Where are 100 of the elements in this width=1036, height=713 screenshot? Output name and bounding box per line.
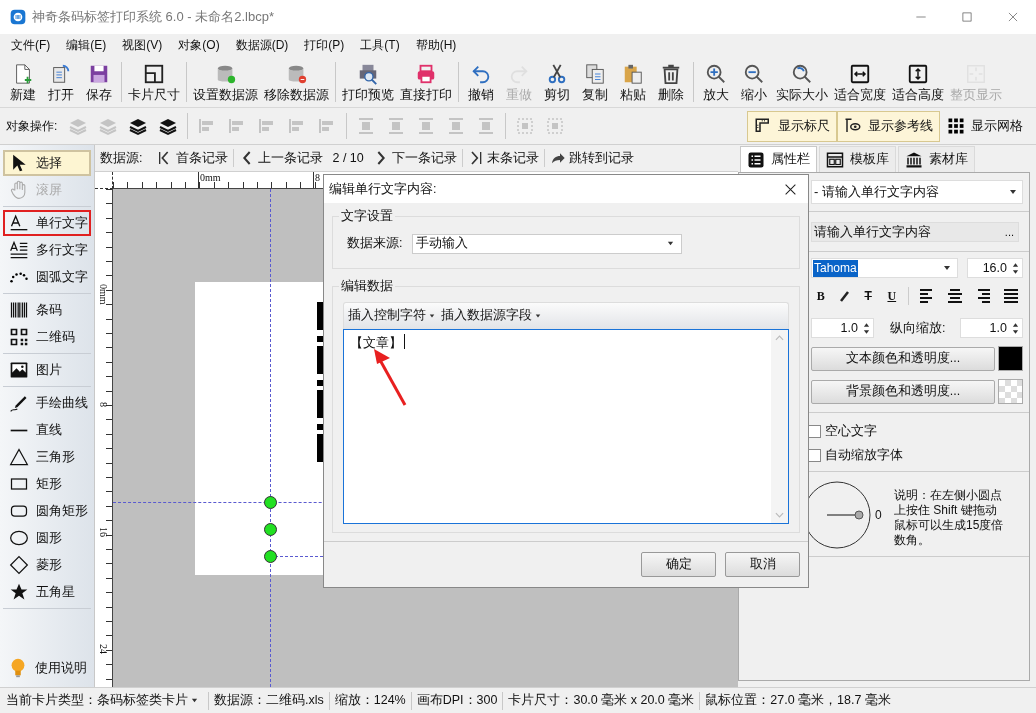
- toolbar-button[interactable]: 移除数据源: [261, 58, 332, 106]
- ruler-label: 0mm: [98, 284, 108, 305]
- toolbar-button[interactable]: 新建: [4, 58, 42, 106]
- strikethrough-button[interactable]: T: [858, 287, 878, 305]
- text-color-button[interactable]: 文本颜色和透明度...: [811, 346, 995, 371]
- italic-slash-icon: [838, 289, 851, 303]
- data-source-select[interactable]: 手动输入: [412, 233, 683, 254]
- tool-button[interactable]: 条码: [3, 297, 91, 323]
- menu-item[interactable]: 对象(O): [170, 34, 228, 57]
- caret-down-icon: [1009, 188, 1017, 196]
- last-record-button[interactable]: 末条记录: [464, 146, 542, 170]
- toolbar-button[interactable]: 适合宽度: [831, 58, 889, 106]
- tool-button[interactable]: 图片: [3, 357, 91, 383]
- menu-item[interactable]: 工具(T): [352, 34, 408, 57]
- tool-button[interactable]: 三角形: [3, 444, 91, 470]
- previous-record-button[interactable]: 上一条记录: [236, 146, 327, 170]
- tool-button[interactable]: 矩形: [3, 471, 91, 497]
- app-logo-icon: [10, 9, 26, 25]
- layers-icon: [158, 116, 179, 136]
- help-button[interactable]: 使用说明: [0, 653, 94, 683]
- toolbar-button[interactable]: 实际大小: [773, 58, 831, 106]
- horizontal-scale-spinner[interactable]: 1.0: [811, 318, 874, 338]
- toolbar-button[interactable]: 保存: [80, 58, 118, 106]
- toolbar-button[interactable]: 撤销: [462, 58, 500, 106]
- toolbar-button[interactable]: 直接打印: [397, 58, 455, 106]
- cancel-button[interactable]: 取消: [725, 552, 800, 577]
- toolbar-button[interactable]: 设置数据源: [190, 58, 261, 106]
- menu-item[interactable]: 视图(V): [114, 34, 171, 57]
- vertical-scale-spinner[interactable]: 1.0: [960, 318, 1023, 338]
- card-type-dropdown[interactable]: 当前卡片类型：条码标签类卡片: [6, 691, 203, 710]
- maximize-icon: [960, 10, 974, 24]
- checkbox[interactable]: 空心文字: [808, 419, 1023, 443]
- menu-item[interactable]: 数据源(D): [227, 34, 297, 57]
- insert-menu-button[interactable]: 插入数据源字段: [441, 306, 541, 325]
- toolbar-button[interactable]: 卡片尺寸: [125, 58, 183, 106]
- toolbar-button[interactable]: 缩小: [735, 58, 773, 106]
- tool-button[interactable]: 手绘曲线: [3, 390, 91, 416]
- list-icon: [747, 150, 765, 169]
- tool-button[interactable]: 圆角矩形: [3, 498, 91, 524]
- scrollbar[interactable]: [771, 329, 788, 523]
- chevron-up-icon: [775, 333, 784, 342]
- insert-menu-button[interactable]: 插入控制字符: [348, 306, 435, 325]
- record-counter: 2 / 10: [332, 149, 364, 167]
- resize-icon: [545, 116, 566, 136]
- panel-tab[interactable]: 模板库: [819, 146, 896, 172]
- tool-button[interactable]: 单行文字: [3, 210, 91, 236]
- toolbar-button[interactable]: 删除: [652, 58, 690, 106]
- tool-button[interactable]: 多行文字: [3, 237, 91, 263]
- toolbar-button[interactable]: 打开: [42, 58, 80, 106]
- bold-button[interactable]: B: [811, 287, 831, 305]
- panel-tab[interactable]: 素材库: [898, 146, 975, 172]
- toolbar-button[interactable]: 打印预览: [339, 58, 397, 106]
- tool-button[interactable]: 五角星: [3, 579, 91, 605]
- menu-item[interactable]: 编辑(E): [58, 34, 115, 57]
- eye-icon: [844, 117, 862, 135]
- status-text: 数据源：二维码.xls: [214, 692, 324, 710]
- checkbox[interactable]: 自动缩放字体: [808, 443, 1023, 467]
- jump-to-record-button[interactable]: 跳转到记录: [546, 146, 637, 170]
- toolbar-button[interactable]: 放大: [697, 58, 735, 106]
- more-button[interactable]: ...: [1002, 223, 1016, 241]
- ok-button[interactable]: 确定: [641, 552, 716, 577]
- first-record-button[interactable]: 首条记录: [154, 146, 232, 170]
- underline-button[interactable]: U: [881, 287, 902, 305]
- ruler-label: 8: [313, 172, 320, 188]
- next-record-button[interactable]: 下一条记录: [369, 146, 460, 170]
- font-select[interactable]: Tahoma: [811, 258, 958, 278]
- tool-button[interactable]: 圆形: [3, 525, 91, 551]
- text-select[interactable]: - 请输入单行文字内容: [811, 180, 1023, 204]
- layers-icon: [128, 116, 149, 136]
- background-color-button[interactable]: 背景颜色和透明度...: [811, 379, 995, 404]
- color-swatch[interactable]: [998, 346, 1023, 371]
- tool-button[interactable]: 圆弧文字: [3, 264, 91, 290]
- layers-icon: [68, 116, 89, 136]
- transparency-swatch[interactable]: [998, 379, 1023, 404]
- ruler-icon: [754, 117, 772, 135]
- text-content-field[interactable]: 请输入单行文字内容 ...: [811, 222, 1019, 242]
- tool-button[interactable]: 菱形: [3, 552, 91, 578]
- zoom-in-icon: [705, 62, 727, 85]
- tool-button[interactable]: 二维码: [3, 324, 91, 350]
- menu-item[interactable]: 打印(P): [296, 34, 353, 57]
- tool-button[interactable]: 直线: [3, 417, 91, 443]
- field-label: 数据来源:: [347, 235, 403, 253]
- toolbar-button[interactable]: 粘贴: [614, 58, 652, 106]
- ruler-label: 8: [98, 402, 108, 407]
- toolbar-button[interactable]: 复制: [576, 58, 614, 106]
- font-size-spinner[interactable]: 16.0: [967, 258, 1023, 278]
- toolbar-button[interactable]: 适合高度: [889, 58, 947, 106]
- tool-button[interactable]: 选择: [3, 150, 91, 176]
- menu-item[interactable]: 帮助(H): [407, 34, 465, 57]
- panel-tab[interactable]: 属性栏: [740, 146, 817, 172]
- text-editor-field[interactable]: 【文章】: [343, 328, 789, 524]
- resize-icon: [515, 116, 536, 136]
- group-title: 文字设置: [340, 208, 394, 225]
- toolbar-button[interactable]: 剪切: [538, 58, 576, 106]
- angle-value: 0: [875, 507, 883, 524]
- toggle-button[interactable]: 显示网格: [940, 110, 1030, 142]
- menu-item[interactable]: 文件(F): [3, 34, 59, 57]
- toggle-button[interactable]: 显示标尺: [747, 110, 837, 142]
- toggle-button[interactable]: 显示参考线: [837, 110, 940, 142]
- data-source-label: 数据源:: [100, 149, 143, 167]
